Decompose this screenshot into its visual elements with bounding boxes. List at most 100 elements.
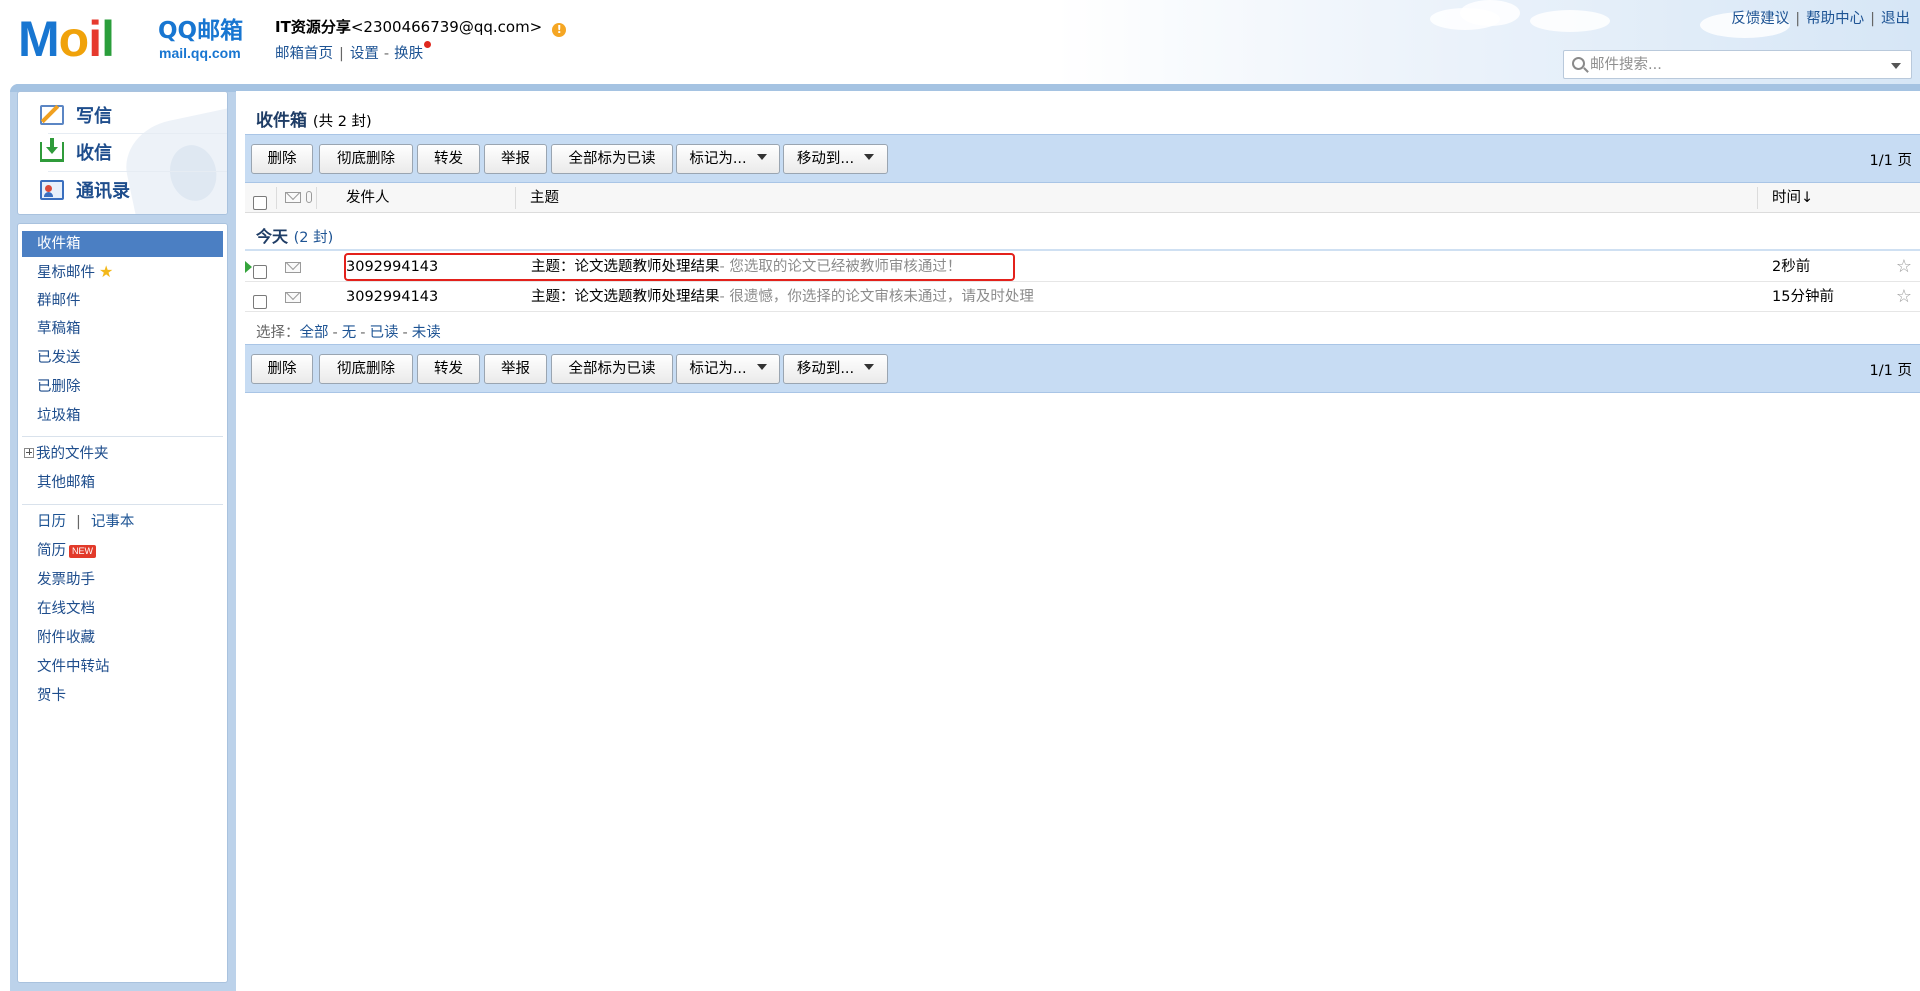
select-none-link[interactable]: 无 [342,325,357,341]
search-options-dropdown-icon[interactable] [1891,63,1901,69]
sidebar-item-group-mail[interactable]: 群邮件 [22,288,223,314]
mail-list-header: 发件人 主题 时间↓ [245,183,1920,213]
select-all-link[interactable]: 全部 [300,325,329,341]
compose-button[interactable]: 写信 [40,102,112,128]
select-unread-link[interactable]: 未读 [412,325,441,341]
move-to-dropdown[interactable]: 移动到... [783,144,888,174]
forward-button[interactable]: 转发 [417,354,480,384]
sidebar-item-resume[interactable]: 简历 NEW [22,538,223,564]
sidebar-item-label: 星标邮件 [37,265,95,281]
contacts-icon [40,180,64,200]
contacts-button[interactable]: 通讯录 [40,177,130,203]
divider [22,504,223,505]
sidebar-item-cards[interactable]: 贺卡 [22,683,223,709]
sidebar-item-spam[interactable]: 垃圾箱 [22,403,223,429]
help-link[interactable]: 帮助中心 [1806,11,1864,27]
sidebar-item-label: 在线文档 [37,601,95,617]
select-label: 选择： [256,325,300,341]
mail-count: (共 2 封) [312,114,372,130]
sidebar-item-starred[interactable]: 星标邮件 ★ [22,259,223,285]
warning-icon[interactable]: ! [552,23,567,37]
divider: | [1795,11,1801,27]
divider [245,249,1920,251]
attachment-icon [306,191,312,203]
email-row[interactable]: 3092994143 主题：论文选题教师处理结果- 很遗憾，你选择的论文审核未通… [245,282,1920,312]
delete-forever-button[interactable]: 彻底删除 [319,354,413,384]
search-input[interactable] [1590,54,1880,76]
sidebar-item-label: 草稿箱 [37,321,81,337]
mark-as-dropdown[interactable]: 标记为... [676,144,780,174]
mark-all-read-button[interactable]: 全部标为已读 [551,354,673,384]
sidebar-item-label: 收件箱 [37,236,81,252]
contacts-label: 通讯录 [76,181,130,202]
sidebar-item-label: 垃圾箱 [37,408,81,424]
chevron-down-icon [756,364,767,370]
expand-icon[interactable] [24,448,34,458]
report-button[interactable]: 举报 [484,354,547,384]
star-outline-icon[interactable]: ☆ [1896,282,1912,312]
delete-button[interactable]: 删除 [251,144,313,174]
column-time[interactable]: 时间↓ [1772,183,1813,213]
sidebar-item-label: 群邮件 [37,293,81,309]
email-checkbox[interactable] [253,290,267,309]
mark-all-read-button[interactable]: 全部标为已读 [551,144,673,174]
sidebar-item-attachments[interactable]: 附件收藏 [22,625,223,651]
email-row[interactable]: 3092994143 主题：论文选题教师处理结果- 您选取的论文已经被教师审核通… [245,252,1920,282]
email-time: 15分钟前 [1772,289,1834,305]
envelope-icon [285,192,301,203]
delete-forever-button[interactable]: 彻底删除 [319,144,413,174]
logo-url: mail.qq.com [159,45,241,61]
logout-link[interactable]: 退出 [1881,11,1910,27]
page-title-label: 收件箱 [256,111,307,131]
column-subject[interactable]: 主题 [530,183,559,213]
divider: - [383,46,390,62]
sidebar-item-invoice[interactable]: 发票助手 [22,567,223,593]
notepad-link[interactable]: 记事本 [91,514,135,530]
settings-link[interactable]: 设置 [350,46,379,62]
search-icon [1572,57,1585,70]
sidebar-item-label: 发票助手 [37,572,95,588]
move-to-dropdown[interactable]: 移动到... [783,354,888,384]
star-outline-icon[interactable]: ☆ [1896,252,1912,282]
move-to-label: 移动到... [796,361,855,377]
mail-search-box[interactable] [1563,50,1912,79]
sidebar-item-label: 其他邮箱 [37,475,95,491]
divider [276,187,277,209]
select-read-link[interactable]: 已读 [369,325,398,341]
email-checkbox[interactable] [253,260,267,279]
report-button[interactable]: 举报 [484,144,547,174]
email-time: 2秒前 [1772,259,1811,275]
email-sender[interactable]: 3092994143 [346,282,438,312]
email-subject[interactable]: 主题：论文选题教师处理结果- 很遗憾，你选择的论文审核未通过，请及时处理 [531,282,1034,312]
select-all-checkbox[interactable] [253,191,267,210]
sidebar-item-deleted[interactable]: 已删除 [22,374,223,400]
change-skin-link[interactable]: 换肤 [394,46,423,62]
sidebar-item-docs[interactable]: 在线文档 [22,596,223,622]
group-count-link[interactable]: (2 封) [294,230,334,246]
sidebar-item-drafts[interactable]: 草稿箱 [22,316,223,342]
mark-as-dropdown[interactable]: 标记为... [676,354,780,384]
forward-button[interactable]: 转发 [417,144,480,174]
divider [1757,187,1758,209]
mail-home-link[interactable]: 邮箱首页 [275,46,333,62]
sidebar-item-inbox[interactable]: 收件箱 [22,231,223,257]
feedback-link[interactable]: 反馈建议 [1731,11,1789,27]
sidebar-item-other-mailbox[interactable]: 其他邮箱 [22,470,223,496]
sidebar-item-sent[interactable]: 已发送 [22,345,223,371]
sidebar-item-my-folders[interactable]: 我的文件夹 [22,441,223,467]
divider: | [1870,11,1875,27]
divider: | [339,46,344,62]
calendar-link[interactable]: 日历 [37,514,66,530]
column-sender[interactable]: 发件人 [346,183,390,213]
sidebar-tools-row: 日历 | 记事本 [22,509,223,535]
sidebar-item-label: 贺卡 [37,688,66,704]
email-preview: - 很遗憾，你选择的论文审核未通过，请及时处理 [719,289,1034,305]
header: Moil QQ邮箱 mail.qq.com IT资源分享<2300466739@… [0,0,1920,86]
delete-button[interactable]: 删除 [251,354,313,384]
receive-button[interactable]: 收信 [40,138,112,165]
sidebar-item-file-transfer[interactable]: 文件中转站 [22,654,223,680]
qq-mail-logo[interactable]: Moil QQ邮箱 mail.qq.com [18,14,258,64]
divider [48,133,227,134]
mail-list-panel: 收件箱 (共 2 封) 删除 彻底删除 转发 举报 全部标为已读 标记为... … [236,91,1920,991]
read-envelope-icon [285,292,301,303]
